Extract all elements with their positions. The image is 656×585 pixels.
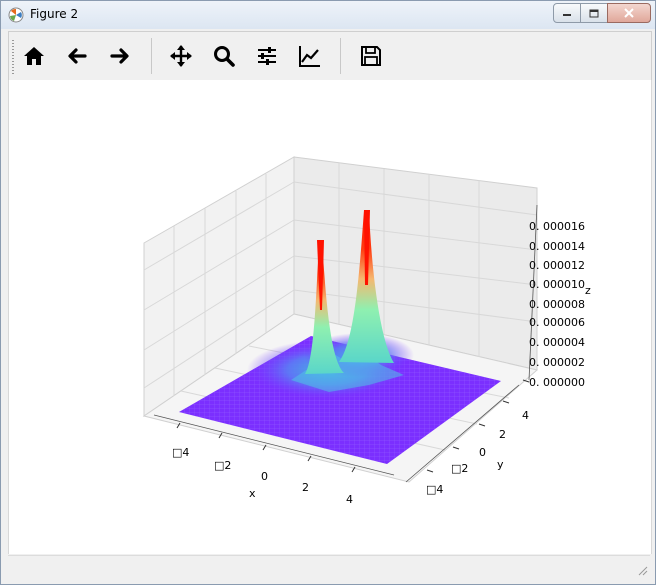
arrow-right-icon [110, 48, 129, 64]
move-icon [170, 45, 192, 67]
subplots-button[interactable] [252, 41, 282, 71]
z-tick-label: 0. 000004 [529, 336, 585, 349]
x-axis-label: x [249, 487, 256, 500]
toolbar-grip[interactable] [12, 40, 14, 74]
z-tick-label: 0. 000012 [529, 259, 585, 272]
window-title: Figure 2 [30, 7, 79, 21]
y-tick-label: □2 [451, 462, 468, 475]
magnifier-icon [214, 46, 235, 67]
z-tick-labels: 0. 000000 0. 000002 0. 000004 0. 000006 … [529, 220, 585, 389]
back-button[interactable] [62, 41, 92, 71]
close-button[interactable] [607, 3, 651, 23]
z-tick-label: 0. 000014 [529, 240, 585, 253]
z-tick-label: 0. 000006 [529, 316, 585, 329]
save-button[interactable] [356, 41, 386, 71]
title-bar[interactable]: Figure 2 [1, 1, 655, 29]
figure-canvas[interactable]: □4 □2 0 2 4 x □4 □2 0 2 4 y 0. 000000 0.… [8, 80, 652, 554]
toolbar-separator [340, 38, 341, 74]
window-controls [553, 3, 651, 23]
close-icon [624, 8, 634, 18]
z-tick-label: 0. 000000 [529, 376, 585, 389]
floppy-icon [361, 46, 381, 66]
figure-window: Figure 2 □4 □2 0 2 4 x □4 □2 0 2 4 y 0. … [0, 0, 656, 585]
z-tick-label: 0. 000010 [529, 278, 585, 291]
x-tick-label: □4 [172, 446, 189, 459]
sliders-icon [258, 47, 276, 65]
resize-grip-icon[interactable] [636, 564, 648, 576]
z-axis-label: z [585, 284, 591, 297]
edit-axes-button[interactable] [295, 41, 325, 71]
forward-button[interactable] [105, 41, 135, 71]
maximize-icon [589, 9, 599, 17]
z-tick-label: 0. 000016 [529, 220, 585, 233]
line-chart-icon [299, 46, 320, 67]
x-tick-label: □2 [214, 459, 231, 472]
zoom-button[interactable] [209, 41, 239, 71]
x-tick-label: 2 [302, 481, 309, 494]
home-button[interactable] [19, 41, 49, 71]
pan-button[interactable] [166, 41, 196, 71]
z-tick-label: 0. 000002 [529, 356, 585, 369]
minimize-button[interactable] [553, 3, 581, 23]
matplotlib-icon [8, 7, 24, 23]
status-bar [8, 555, 650, 578]
surface-plot-3d[interactable]: □4 □2 0 2 4 x □4 □2 0 2 4 y 0. 000000 0.… [9, 80, 651, 554]
x-tick-label: 4 [346, 493, 353, 506]
y-axis-label: y [497, 458, 504, 471]
y-tick-label: 2 [499, 428, 506, 441]
y-tick-label: 4 [522, 409, 529, 422]
x-tick-label: 0 [261, 470, 268, 483]
arrow-left-icon [68, 48, 87, 64]
toolbar-separator [151, 38, 152, 74]
navigation-toolbar [8, 31, 652, 81]
y-tick-label: □4 [426, 483, 443, 496]
maximize-button[interactable] [580, 3, 608, 23]
home-icon [24, 47, 44, 65]
y-tick-label: 0 [479, 446, 486, 459]
z-tick-label: 0. 000008 [529, 298, 585, 311]
minimize-icon [563, 14, 571, 16]
